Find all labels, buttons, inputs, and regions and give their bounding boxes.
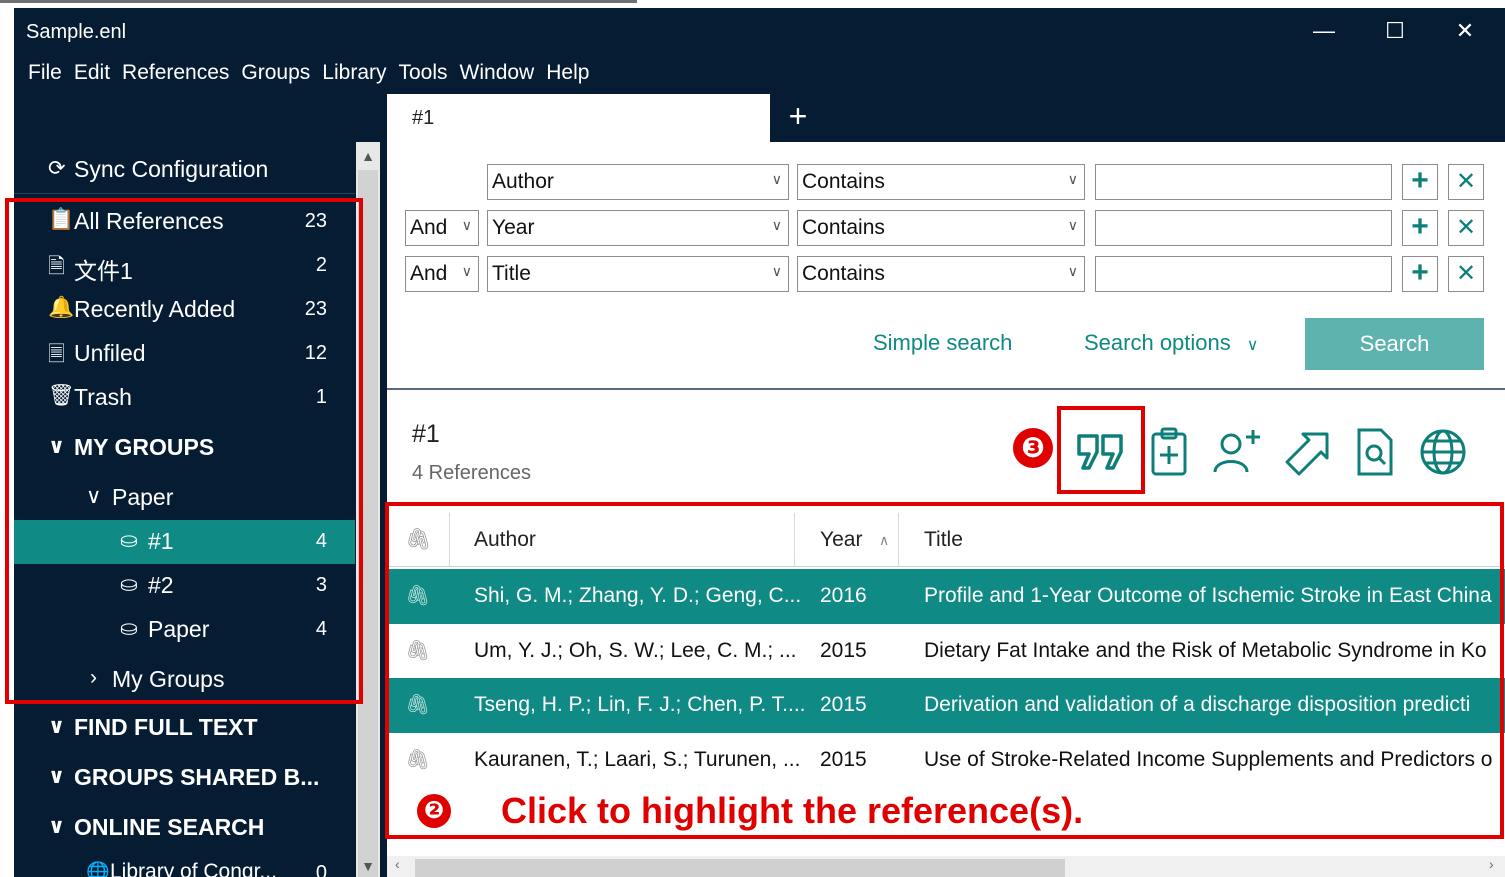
menu-help[interactable]: Help <box>546 56 589 90</box>
menu-references[interactable]: References <box>122 56 229 90</box>
maximize-button[interactable]: ☐ <box>1372 14 1418 48</box>
online-library-count: 0 <box>315 862 327 877</box>
sidebar-divider <box>14 193 355 194</box>
chevron-down-icon: ∨ <box>771 217 782 233</box>
search-operator-select-2[interactable]: Contains ∨ <box>797 210 1085 246</box>
add-search-row-button[interactable]: + <box>1402 256 1438 292</box>
menu-edit[interactable]: Edit <box>74 56 110 90</box>
find-full-text-header[interactable]: ∨ FIND FULL TEXT <box>14 706 355 750</box>
boolean-select-3[interactable]: And ∨ <box>405 256 479 292</box>
menu-library[interactable]: Library <box>322 56 386 90</box>
group-title: #1 <box>412 420 440 448</box>
chevron-down-icon: ∨ <box>771 171 782 187</box>
chevron-down-icon: ∨ <box>771 263 782 279</box>
online-library-label: Library of Congr... <box>110 860 277 877</box>
top-edge-dark-bar <box>0 0 637 3</box>
references-highlight-box <box>385 502 1504 839</box>
tab-group-1[interactable]: #1 <box>387 94 770 142</box>
chevron-down-icon: ∨ <box>1067 217 1078 233</box>
search-operator-select-3[interactable]: Contains ∨ <box>797 256 1085 292</box>
menu-groups[interactable]: Groups <box>241 56 310 90</box>
chevron-down-icon: ∨ <box>1067 171 1078 187</box>
step-3-badge: ❸ <box>1013 428 1053 468</box>
search-field-select-2[interactable]: Year ∨ <box>487 210 789 246</box>
window-title: Sample.enl <box>26 21 127 43</box>
scroll-right-arrow-icon[interactable]: › <box>1489 856 1494 872</box>
search-value-input-2[interactable] <box>1095 210 1392 246</box>
search-value-input-1[interactable] <box>1095 164 1392 200</box>
search-button[interactable]: Search <box>1305 318 1484 370</box>
globe-icon[interactable] <box>1415 424 1471 480</box>
add-search-row-button[interactable]: + <box>1402 164 1438 200</box>
search-value-input-3[interactable] <box>1095 256 1392 292</box>
online-library-item[interactable]: 🌐 Library of Congr... 0 <box>14 852 355 877</box>
scroll-left-arrow-icon[interactable]: ‹ <box>395 856 400 872</box>
chevron-down-icon: ∨ <box>461 263 472 279</box>
search-panel-divider <box>387 388 1505 390</box>
find-full-text-label: FIND FULL TEXT <box>74 714 258 740</box>
export-arrow-icon[interactable] <box>1279 424 1335 480</box>
groups-shared-label: GROUPS SHARED B... <box>74 764 320 790</box>
sidebar-highlight-box <box>5 198 363 704</box>
table-horizontal-scrollbar[interactable]: ‹ › <box>387 856 1505 877</box>
chevron-down-icon: ∨ <box>48 765 66 788</box>
online-search-header[interactable]: ∨ ONLINE SEARCH <box>14 806 355 850</box>
tab-label: #1 <box>412 107 435 129</box>
remove-search-row-button[interactable]: ✕ <box>1448 164 1484 200</box>
search-field-select-1[interactable]: Author ∨ <box>487 164 789 200</box>
search-operator-select-1[interactable]: Contains ∨ <box>797 164 1085 200</box>
menu-file[interactable]: File <box>28 56 62 90</box>
menu-bar: File Edit References Groups Library Tool… <box>14 56 589 90</box>
scroll-up-arrow-icon[interactable]: ▲ <box>356 148 380 164</box>
find-document-icon[interactable] <box>1347 424 1403 480</box>
title-bar: Sample.enl — ☐ ✕ <box>14 8 1505 54</box>
group-reference-count: 4 References <box>412 462 531 484</box>
sync-icon: ⟳ <box>48 157 66 180</box>
add-user-icon[interactable] <box>1209 424 1265 480</box>
add-tab-button[interactable]: + <box>780 96 816 136</box>
online-search-label: ONLINE SEARCH <box>74 814 265 840</box>
chevron-down-icon: ∨ <box>461 217 472 233</box>
remove-search-row-button[interactable]: ✕ <box>1448 256 1484 292</box>
chevron-down-icon: ∨ <box>1067 263 1078 279</box>
chevron-down-icon: ∨ <box>48 715 66 738</box>
horizontal-scroll-thumb[interactable] <box>415 859 1065 877</box>
scroll-down-arrow-icon[interactable]: ▼ <box>356 858 380 874</box>
menu-tools[interactable]: Tools <box>399 56 448 90</box>
minimize-button[interactable]: — <box>1301 14 1347 48</box>
search-options-link[interactable]: Search options ∨ <box>1084 330 1258 356</box>
groups-shared-header[interactable]: ∨ GROUPS SHARED B... <box>14 756 355 800</box>
clipboard-add-icon[interactable] <box>1141 424 1197 480</box>
top-edge-strip <box>0 0 1505 8</box>
cite-icon-highlight-box <box>1057 406 1145 494</box>
boolean-select-2[interactable]: And ∨ <box>405 210 479 246</box>
chevron-down-icon: ∨ <box>1246 337 1259 354</box>
menu-window[interactable]: Window <box>460 56 535 90</box>
globe-icon: 🌐 <box>86 862 110 877</box>
close-button[interactable]: ✕ <box>1442 14 1488 48</box>
sync-configuration-label: Sync Configuration <box>74 156 269 182</box>
remove-search-row-button[interactable]: ✕ <box>1448 210 1484 246</box>
search-field-select-3[interactable]: Title ∨ <box>487 256 789 292</box>
simple-search-link[interactable]: Simple search <box>873 330 1012 356</box>
add-search-row-button[interactable]: + <box>1402 210 1438 246</box>
sync-configuration-item[interactable]: ⟳ Sync Configuration <box>14 148 355 192</box>
chevron-down-icon: ∨ <box>48 815 66 838</box>
